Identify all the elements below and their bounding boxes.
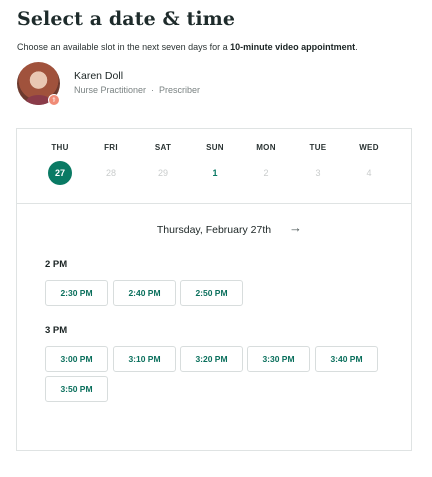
- day-label: MON: [256, 143, 276, 152]
- time-slot-button[interactable]: 2:50 PM: [180, 280, 243, 306]
- time-slot-button[interactable]: 3:20 PM: [180, 346, 243, 372]
- hour-label: 2 PM: [45, 259, 68, 270]
- arrow-right-icon[interactable]: →: [289, 221, 305, 235]
- time-slot-button[interactable]: 3:50 PM: [45, 376, 108, 402]
- day-number: 3: [315, 168, 321, 178]
- time-slot-button[interactable]: 3:40 PM: [315, 346, 378, 372]
- provider-secondary-role: Prescriber: [159, 85, 201, 95]
- day-wed: WED 4: [349, 143, 389, 185]
- day-number: 28: [105, 168, 116, 178]
- prescriber-badge-icon: ⚕: [48, 94, 60, 106]
- day-number[interactable]: 1: [203, 161, 227, 185]
- day-tue: TUE 3: [298, 143, 338, 185]
- page-subtitle: Choose an available slot in the next sev…: [17, 42, 358, 52]
- day-thu[interactable]: THU 27: [40, 143, 80, 185]
- day-number: 4: [366, 168, 372, 178]
- appointment-type: 10-minute video appointment: [230, 42, 356, 52]
- day-label: SUN: [206, 143, 224, 152]
- role-separator: ·: [151, 85, 155, 95]
- selected-date-heading: Thursday, February 27th: [156, 224, 272, 236]
- subtitle-text: Choose an available slot in the next sev…: [17, 42, 231, 52]
- day-number: 2: [263, 168, 269, 178]
- time-slot-button[interactable]: 2:30 PM: [45, 280, 108, 306]
- provider-title: Nurse Practitioner: [74, 85, 147, 95]
- provider-card: ⚕ Karen Doll Nurse Practitioner · Prescrib…: [17, 62, 317, 108]
- time-slot-button[interactable]: 3:10 PM: [113, 346, 176, 372]
- page-title: Select a date & time: [17, 8, 236, 30]
- day-sat: SAT 29: [143, 143, 183, 185]
- day-picker: THU 27 FRI 28 SAT 29 SUN 1 MON 2 TUE 3 WED 4: [17, 129, 411, 204]
- day-label: SAT: [154, 143, 172, 152]
- hour-label: 3 PM: [45, 325, 68, 336]
- time-slot-button[interactable]: 3:00 PM: [45, 346, 108, 372]
- day-fri: FRI 28: [91, 143, 131, 185]
- subtitle-end: .: [355, 42, 358, 52]
- time-slot-button[interactable]: 3:30 PM: [247, 346, 310, 372]
- day-sun[interactable]: SUN 1: [195, 143, 235, 185]
- scheduler-card: THU 27 FRI 28 SAT 29 SUN 1 MON 2 TUE 3 WED 4 Thursday…: [16, 128, 412, 451]
- day-label: TUE: [309, 143, 327, 152]
- day-number: 29: [157, 168, 168, 178]
- day-label: THU: [51, 143, 69, 152]
- time-slot-button[interactable]: 2:40 PM: [113, 280, 176, 306]
- day-mon: MON 2: [246, 143, 286, 185]
- provider-role: Nurse Practitioner · Prescriber: [74, 85, 200, 95]
- day-number[interactable]: 27: [48, 161, 72, 185]
- day-label: WED: [359, 143, 379, 152]
- day-label: FRI: [104, 143, 118, 152]
- provider-name: Karen Doll: [74, 70, 124, 82]
